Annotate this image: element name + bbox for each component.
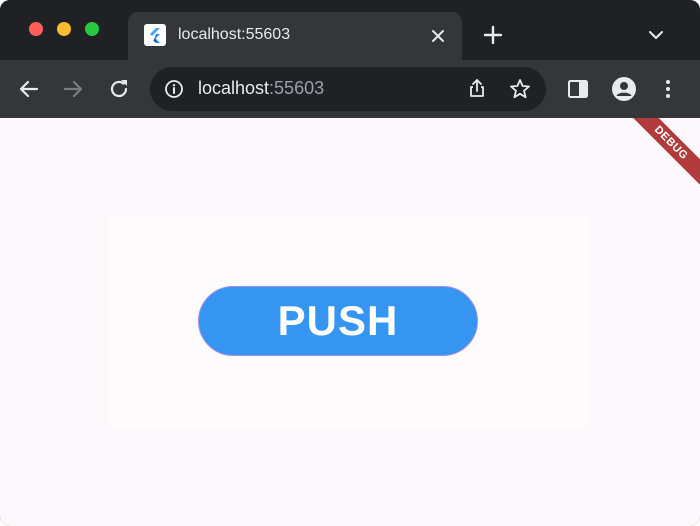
star-icon[interactable] xyxy=(508,77,532,101)
flutter-logo-icon xyxy=(144,24,166,46)
tab-strip: localhost:55603 xyxy=(0,0,700,60)
arrow-right-icon[interactable] xyxy=(61,77,85,101)
close-icon[interactable] xyxy=(428,26,448,46)
plus-icon[interactable] xyxy=(482,24,504,46)
minimize-window-button[interactable] xyxy=(57,22,71,36)
share-icon[interactable] xyxy=(466,77,488,99)
debug-banner-label: DEBUG xyxy=(651,123,691,163)
url-host: localhost xyxy=(198,78,270,98)
chevron-down-icon[interactable] xyxy=(646,26,666,44)
tab-title: localhost:55603 xyxy=(178,26,291,43)
browser-window: localhost:55603 localhost:55603 PUSH DEB… xyxy=(0,0,700,526)
maximize-window-button[interactable] xyxy=(85,22,99,36)
url-port: :55603 xyxy=(269,78,325,98)
info-icon[interactable] xyxy=(164,79,184,99)
push-button[interactable]: PUSH xyxy=(198,286,478,356)
page-content: PUSH DEBUG xyxy=(0,118,700,526)
address-bar[interactable]: localhost:55603 xyxy=(150,67,546,111)
side-panel-icon[interactable] xyxy=(566,77,590,101)
active-tab[interactable]: localhost:55603 xyxy=(128,12,462,60)
url-text: localhost:55603 xyxy=(198,78,324,99)
debug-banner: DEBUG xyxy=(618,118,700,196)
reload-icon[interactable] xyxy=(107,77,131,101)
browser-toolbar: localhost:55603 xyxy=(0,60,700,118)
close-window-button[interactable] xyxy=(29,22,43,36)
push-button-label: PUSH xyxy=(277,297,399,344)
profile-icon[interactable] xyxy=(611,76,637,102)
kebab-menu-icon[interactable] xyxy=(656,77,680,101)
arrow-left-icon[interactable] xyxy=(17,77,41,101)
